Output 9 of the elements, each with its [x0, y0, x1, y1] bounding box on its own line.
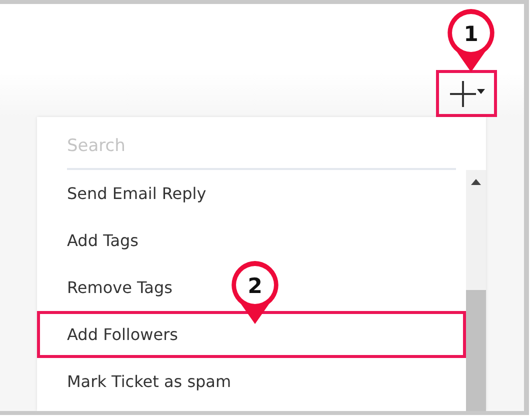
scrollbar[interactable]: [466, 170, 486, 411]
scrollbar-thumb[interactable]: [466, 290, 486, 411]
menu-item[interactable]: Add Tags: [37, 217, 148, 264]
menu-item[interactable]: Mark Ticket as spam: [37, 358, 240, 405]
menu-item[interactable]: Add Followers: [37, 311, 466, 358]
menu-item[interactable]: Remove Tags: [37, 264, 182, 311]
scroll-up-icon[interactable]: [471, 179, 481, 185]
menu-item[interactable]: Send Email Reply: [37, 170, 216, 217]
add-button[interactable]: [436, 70, 497, 117]
